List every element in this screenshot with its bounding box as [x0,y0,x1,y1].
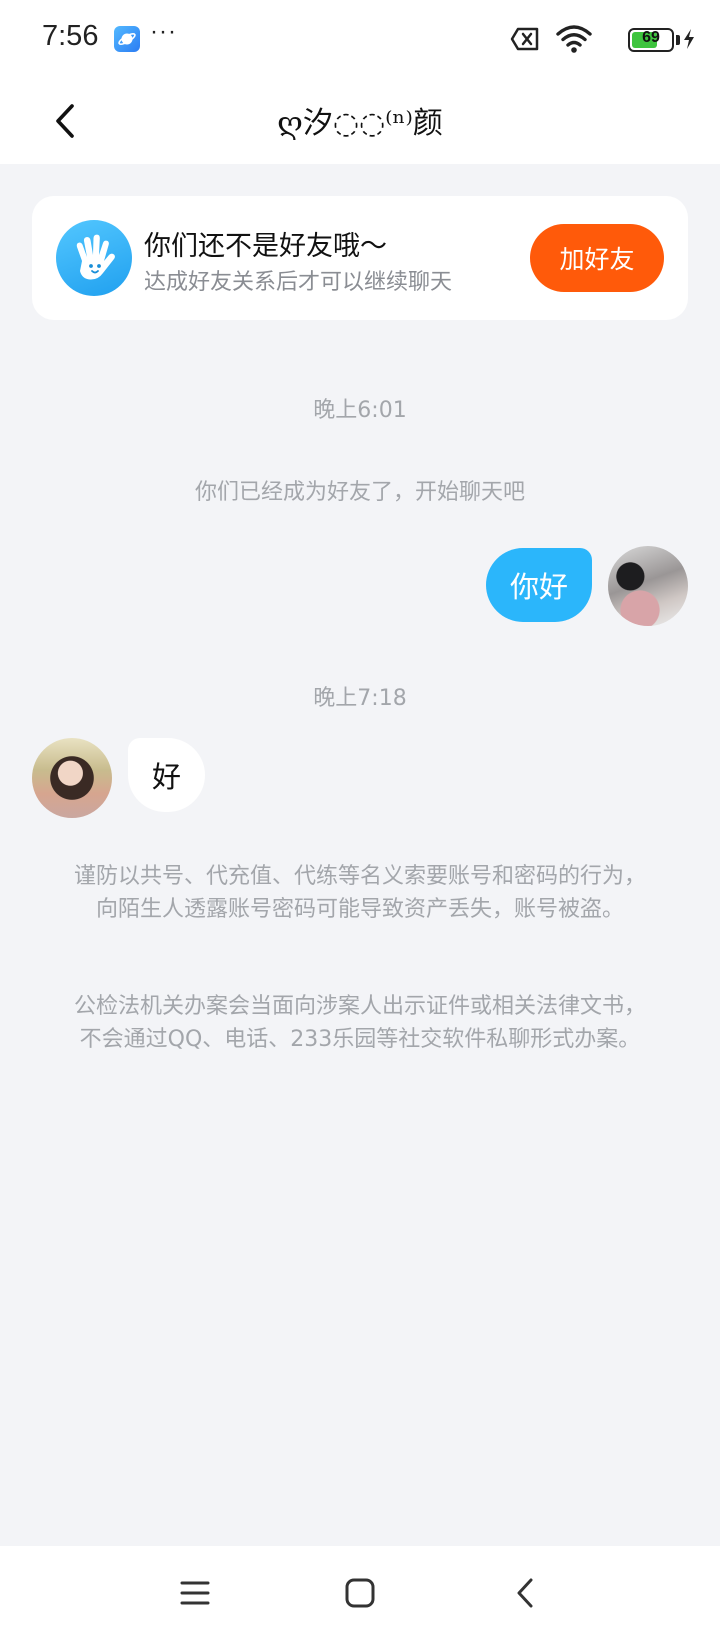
add-friend-card: 你们还不是好友哦～ 达成好友关系后才可以继续聊天 加好友 [32,196,688,320]
system-back-button[interactable] [500,1568,550,1618]
menu-icon [180,1581,210,1605]
incoming-message-bubble[interactable]: 好 [128,738,206,812]
home-button[interactable] [335,1568,385,1618]
back-icon [517,1578,533,1608]
home-icon [345,1578,375,1608]
outgoing-message-bubble[interactable]: 你好 [485,548,592,622]
back-button[interactable] [40,96,90,146]
message-timestamp: 晚上7:18 [313,686,407,711]
safety-tip: 公检法机关办案会当面向涉案人出示证件或相关法律文书，不会通过QQ、电话、233乐… [73,994,646,1052]
battery-level: 69 [642,29,660,46]
wave-hand-icon [56,220,132,296]
no-sim-icon [510,27,539,51]
add-friend-button[interactable]: 加好友 [530,224,664,292]
status-bar: 7:56 ··· 69 [0,0,720,78]
not-friends-subtitle: 达成好友关系后才可以继续聊天 [144,270,453,295]
chevron-left-icon [56,104,74,138]
self-avatar[interactable] [608,546,688,626]
not-friends-title: 你们还不是好友哦～ [144,231,387,262]
chat-screen: 7:56 ··· 69 ღ汐◌◌⁽ⁿ⁾颜 你们还不是好友哦～ 达成好友关系后才可… [0,0,720,1640]
safety-tip: 谨防以共号、代充值、代练等名义索要账号和密码的行为，向陌生人透露账号密码可能导致… [73,864,646,922]
planet-app-icon [114,26,140,52]
contact-avatar[interactable] [32,738,112,818]
system-nav-bar [0,1546,720,1640]
chat-header: ღ汐◌◌⁽ⁿ⁾颜 [0,78,720,164]
wifi-icon [556,25,592,53]
more-notifications-icon: ··· [150,18,177,45]
chat-title: ღ汐◌◌⁽ⁿ⁾颜 [277,106,443,141]
system-notice: 你们已经成为好友了，开始聊天吧 [194,480,525,505]
charging-icon [684,29,694,49]
battery-indicator: 69 [628,28,674,52]
battery-cap [676,35,680,45]
recent-apps-button[interactable] [170,1568,220,1618]
status-time: 7:56 [42,20,99,52]
message-timestamp: 晚上6:01 [313,398,407,423]
